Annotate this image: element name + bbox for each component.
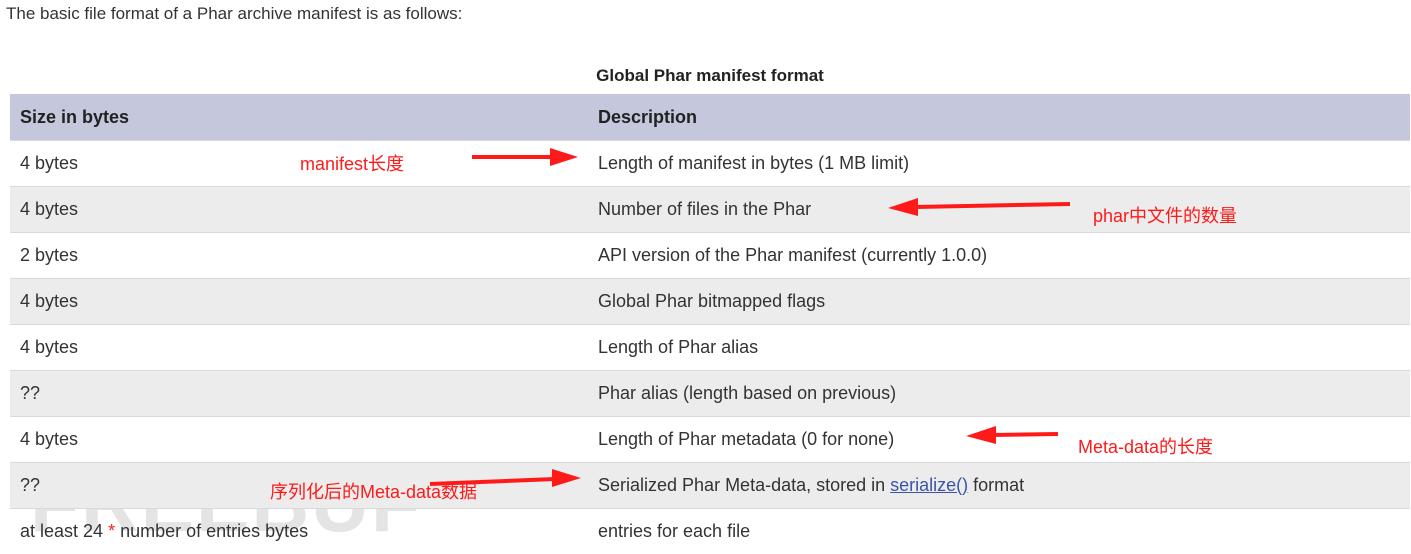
table-row: ?? Phar alias (length based on previous): [10, 371, 1410, 417]
size-cell: 4 bytes: [10, 279, 588, 325]
table-header-row: Size in bytes Description: [10, 94, 1410, 141]
table-row: ?? Serialized Phar Meta-data, stored in …: [10, 463, 1410, 509]
size-cell: 4 bytes: [10, 417, 588, 463]
description-cell: Phar alias (length based on previous): [588, 371, 1410, 417]
table-row: 4 bytes Global Phar bitmapped flags: [10, 279, 1410, 325]
size-cell: at least 24 * number of entries bytes: [10, 509, 588, 554]
description-cell: entries for each file: [588, 509, 1410, 554]
note-manifest-length: manifest长度: [300, 150, 404, 176]
description-text: format: [968, 475, 1024, 495]
header-size: Size in bytes: [10, 94, 588, 141]
table-row: at least 24 * number of entries bytes en…: [10, 509, 1410, 554]
description-text: Serialized Phar Meta-data, stored in: [598, 475, 890, 495]
header-description: Description: [588, 94, 1410, 141]
size-cell: 4 bytes: [10, 187, 588, 233]
intro-text: The basic file format of a Phar archive …: [6, 4, 462, 24]
size-cell: ??: [10, 371, 588, 417]
note-metadata-length: Meta-data的长度: [1078, 433, 1213, 459]
size-cell: 4 bytes: [10, 325, 588, 371]
description-cell: Length of Phar metadata (0 for none): [588, 417, 1410, 463]
table-caption: Global Phar manifest format: [10, 66, 1410, 86]
manifest-format-table: Size in bytes Description 4 bytes Length…: [10, 94, 1410, 554]
description-cell: Serialized Phar Meta-data, stored in ser…: [588, 463, 1410, 509]
table-row: 2 bytes API version of the Phar manifest…: [10, 233, 1410, 279]
size-text: number of entries bytes: [115, 521, 308, 541]
table-row: 4 bytes Length of Phar alias: [10, 325, 1410, 371]
size-cell: 4 bytes: [10, 141, 588, 187]
description-cell: Number of files in the Phar: [588, 187, 1410, 233]
description-cell: Length of manifest in bytes (1 MB limit): [588, 141, 1410, 187]
table-row: 4 bytes Length of manifest in bytes (1 M…: [10, 141, 1410, 187]
size-cell: 2 bytes: [10, 233, 588, 279]
note-file-count: phar中文件的数量: [1093, 202, 1237, 228]
size-text: at least 24: [20, 521, 108, 541]
description-cell: Length of Phar alias: [588, 325, 1410, 371]
serialize-link[interactable]: serialize(): [890, 475, 968, 495]
description-cell: Global Phar bitmapped flags: [588, 279, 1410, 325]
description-cell: API version of the Phar manifest (curren…: [588, 233, 1410, 279]
note-serialized-metadata: 序列化后的Meta-data数据: [270, 478, 477, 504]
